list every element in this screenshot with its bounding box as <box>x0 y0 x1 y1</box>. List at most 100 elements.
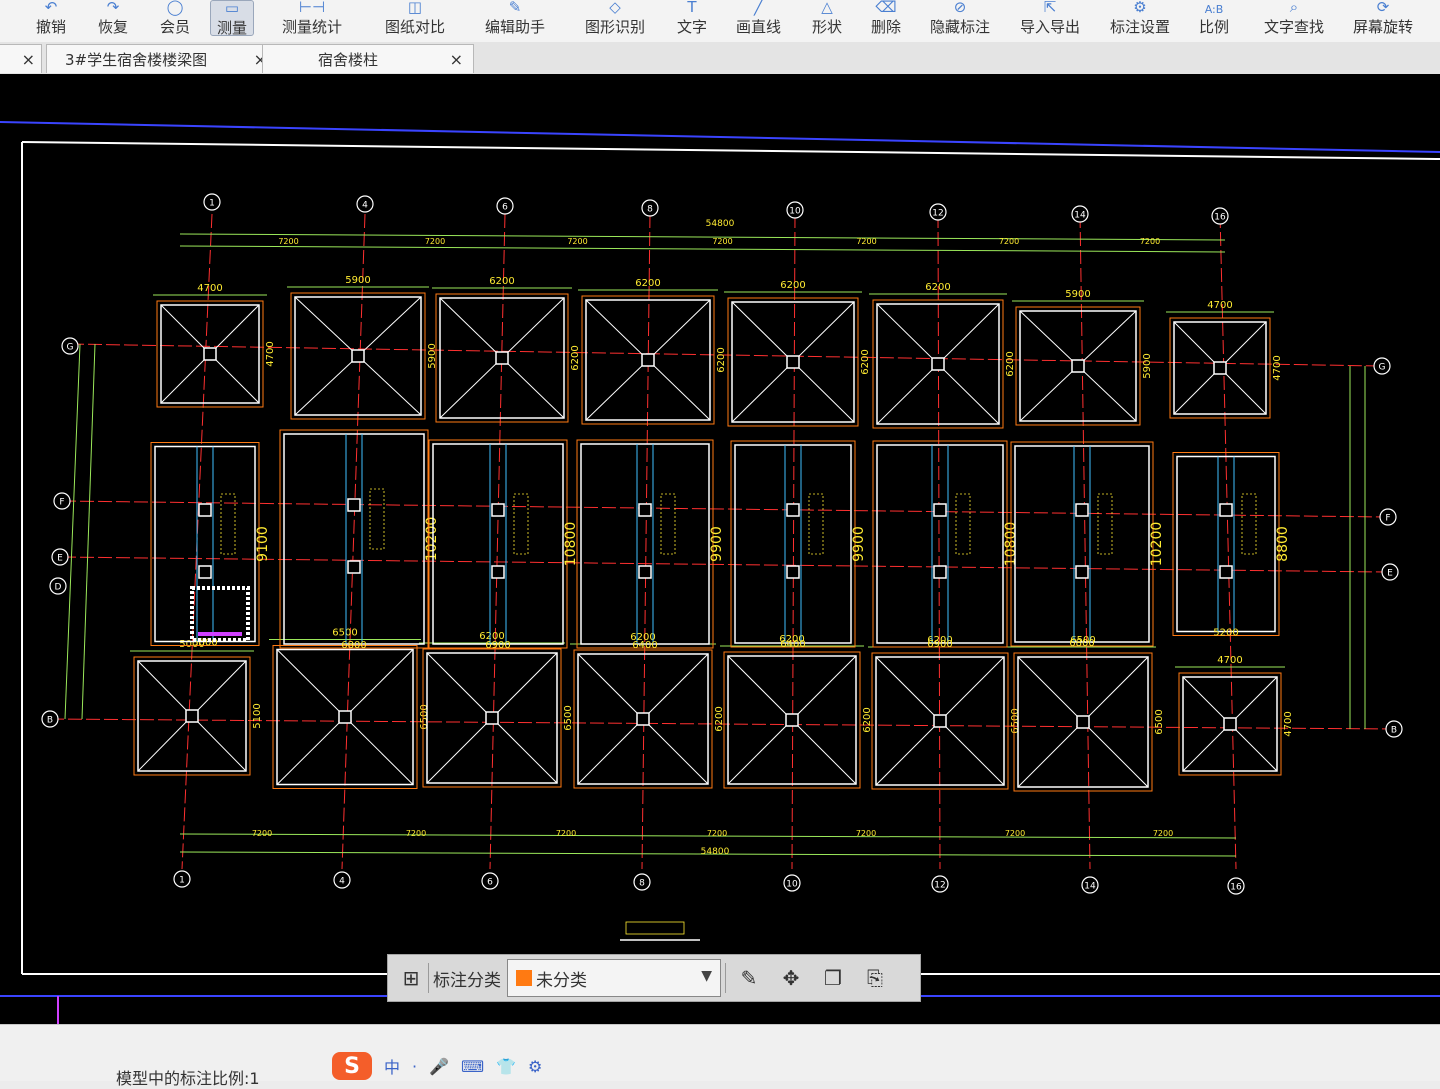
close-icon[interactable]: × <box>450 50 463 69</box>
column-square <box>786 565 800 579</box>
column-square <box>1075 565 1089 579</box>
axis-bubble-bottom-label: 10 <box>786 880 798 890</box>
column-square <box>347 560 361 574</box>
axis-bubble-right-label: G <box>1379 363 1386 373</box>
shape-recognition-button[interactable]: ◇ 图形识别 <box>585 0 645 37</box>
strip-length-label: 9900 <box>851 526 867 562</box>
strip-length-label: 10200 <box>424 517 440 562</box>
column-square <box>198 503 212 517</box>
annotation-category-label: 标注分类 <box>433 970 501 991</box>
mic-icon[interactable]: 🎤 <box>429 1057 449 1076</box>
text-icon: T <box>687 0 697 16</box>
ime-settings-icon[interactable]: ⚙ <box>528 1057 542 1076</box>
column-square <box>1071 359 1085 373</box>
skin-icon[interactable]: 👕 <box>496 1057 516 1076</box>
column-square <box>1223 717 1237 731</box>
tab-columns[interactable]: 宿舍楼柱 × <box>262 44 474 73</box>
member-button[interactable]: ◯ 会员 <box>160 0 190 37</box>
edit-icon[interactable]: ✎ <box>736 965 762 991</box>
ime-mode[interactable]: 中 <box>384 1054 400 1078</box>
hide-eye-icon: ⊘ <box>953 0 967 16</box>
category-color-swatch <box>516 970 532 986</box>
column-square <box>933 714 947 728</box>
hide-annotation-button[interactable]: ⊘ 隐藏标注 <box>930 0 990 37</box>
axis-line-vertical <box>641 213 651 870</box>
axis-bubble-bottom-label: 6 <box>487 878 493 888</box>
footing-height-label: 5900 <box>1142 353 1153 378</box>
ime-punct[interactable]: · <box>412 1057 417 1076</box>
delete-button[interactable]: ⌫ 删除 <box>871 0 901 37</box>
axis-bubble-right-label: E <box>1387 569 1393 579</box>
column-square <box>641 353 655 367</box>
member-icon: ◯ <box>166 0 184 16</box>
footing-width-label: 4700 <box>1217 655 1242 666</box>
drawing-title-box <box>625 921 685 935</box>
axis-bubble-left-label: D <box>55 583 62 593</box>
axis-bubble-top-label: 6 <box>502 203 508 213</box>
frame-top <box>21 141 1440 160</box>
column-square <box>491 565 505 579</box>
undo-button[interactable]: ↶ 撤销 <box>36 0 66 37</box>
rotate-screen-button[interactable]: ⟳ 屏幕旋转 <box>1353 0 1413 37</box>
blue-guide-line <box>0 121 1440 153</box>
tab-partial[interactable]: × <box>0 44 42 73</box>
footing-width-label: 6200 <box>489 276 514 287</box>
measure-button[interactable]: ▭ 测量 <box>210 0 255 37</box>
close-icon[interactable]: × <box>22 50 35 69</box>
column-square <box>485 711 499 725</box>
axis-bubble-bottom-label: 16 <box>1230 883 1242 893</box>
measure-stats-button[interactable]: ⊢⊣ 测量统计 <box>282 0 342 37</box>
axis-bubble-top-label: 4 <box>362 201 368 211</box>
column-square <box>638 565 652 579</box>
footing-height-label: 6200 <box>716 347 727 372</box>
bay-dimension-top: 7200 <box>425 237 445 246</box>
bay-dimension-bottom: 7200 <box>1005 829 1025 838</box>
paste-icon[interactable]: ⎘ <box>862 965 888 991</box>
compare-button[interactable]: ◫ 图纸对比 <box>385 0 445 37</box>
axis-bubble-bottom-label: 8 <box>639 879 645 889</box>
tab-beam-drawing[interactable]: 3#学生宿舍楼楼梁图 × <box>46 44 278 73</box>
axis-line-vertical <box>791 213 796 870</box>
dimension-line-top <box>179 245 1226 253</box>
move-icon[interactable]: ✥ <box>778 965 804 991</box>
foundation-plan-drawing[interactable]: 54800 54800 7200 7200 7200 7200 7200 7200 7200 72… <box>0 74 1440 1024</box>
annotation-settings-button[interactable]: ⚙ 标注设置 <box>1110 0 1170 37</box>
column-square <box>198 565 212 579</box>
footing-width-label: 6200 <box>635 278 660 289</box>
strip-footing <box>1014 445 1150 643</box>
footing-width-label: 6200 <box>780 280 805 291</box>
redo-button[interactable]: ↷ 恢复 <box>98 0 128 37</box>
annotation-category-select[interactable]: 未分类 ▼ <box>507 959 721 997</box>
scale-icon: A:B <box>1204 3 1224 16</box>
column-square <box>786 503 800 517</box>
separator <box>428 963 429 993</box>
axis-line-horizontal <box>61 500 1386 518</box>
bay-dimension-bottom: 7200 <box>556 829 576 838</box>
rebar-note <box>369 488 385 550</box>
text-button[interactable]: T 文字 <box>677 0 707 37</box>
copy-icon[interactable]: ❐ <box>820 965 846 991</box>
column-square <box>1076 715 1090 729</box>
import-export-button[interactable]: ⇱ 导入导出 <box>1020 0 1080 37</box>
edit-assistant-button[interactable]: ✎ 编辑助手 <box>485 0 545 37</box>
footing-height-label: 6200 <box>1005 351 1016 376</box>
column-square <box>495 351 509 365</box>
strip-width-label: 6400 <box>780 639 805 650</box>
draw-line-button[interactable]: ╱ 画直线 <box>736 0 781 37</box>
axis-bubble-left-label: F <box>59 498 64 508</box>
strip-footing-outline <box>872 440 1008 648</box>
axis-bubble-top-label: 8 <box>647 205 653 215</box>
keyboard-icon[interactable]: ⌨ <box>461 1057 484 1076</box>
scale-button[interactable]: A:B 比例 <box>1199 0 1229 37</box>
footing-height-label: 6200 <box>860 349 871 374</box>
axis-bubble-bottom-label: 4 <box>339 877 345 887</box>
dimension-line-left <box>64 343 81 720</box>
text-search-button[interactable]: ⌕ 文字查找 <box>1264 0 1324 37</box>
grid-icon[interactable]: ⊞ <box>398 965 424 991</box>
column-square <box>1219 503 1233 517</box>
drawing-canvas[interactable]: 54800 54800 7200 7200 7200 7200 7200 7200 7200 72… <box>0 74 1440 1024</box>
ime-logo[interactable]: S <box>332 1052 372 1080</box>
shape-button[interactable]: △ 形状 <box>812 0 842 37</box>
total-dimension-bottom: 54800 <box>701 847 730 857</box>
column-square <box>786 355 800 369</box>
